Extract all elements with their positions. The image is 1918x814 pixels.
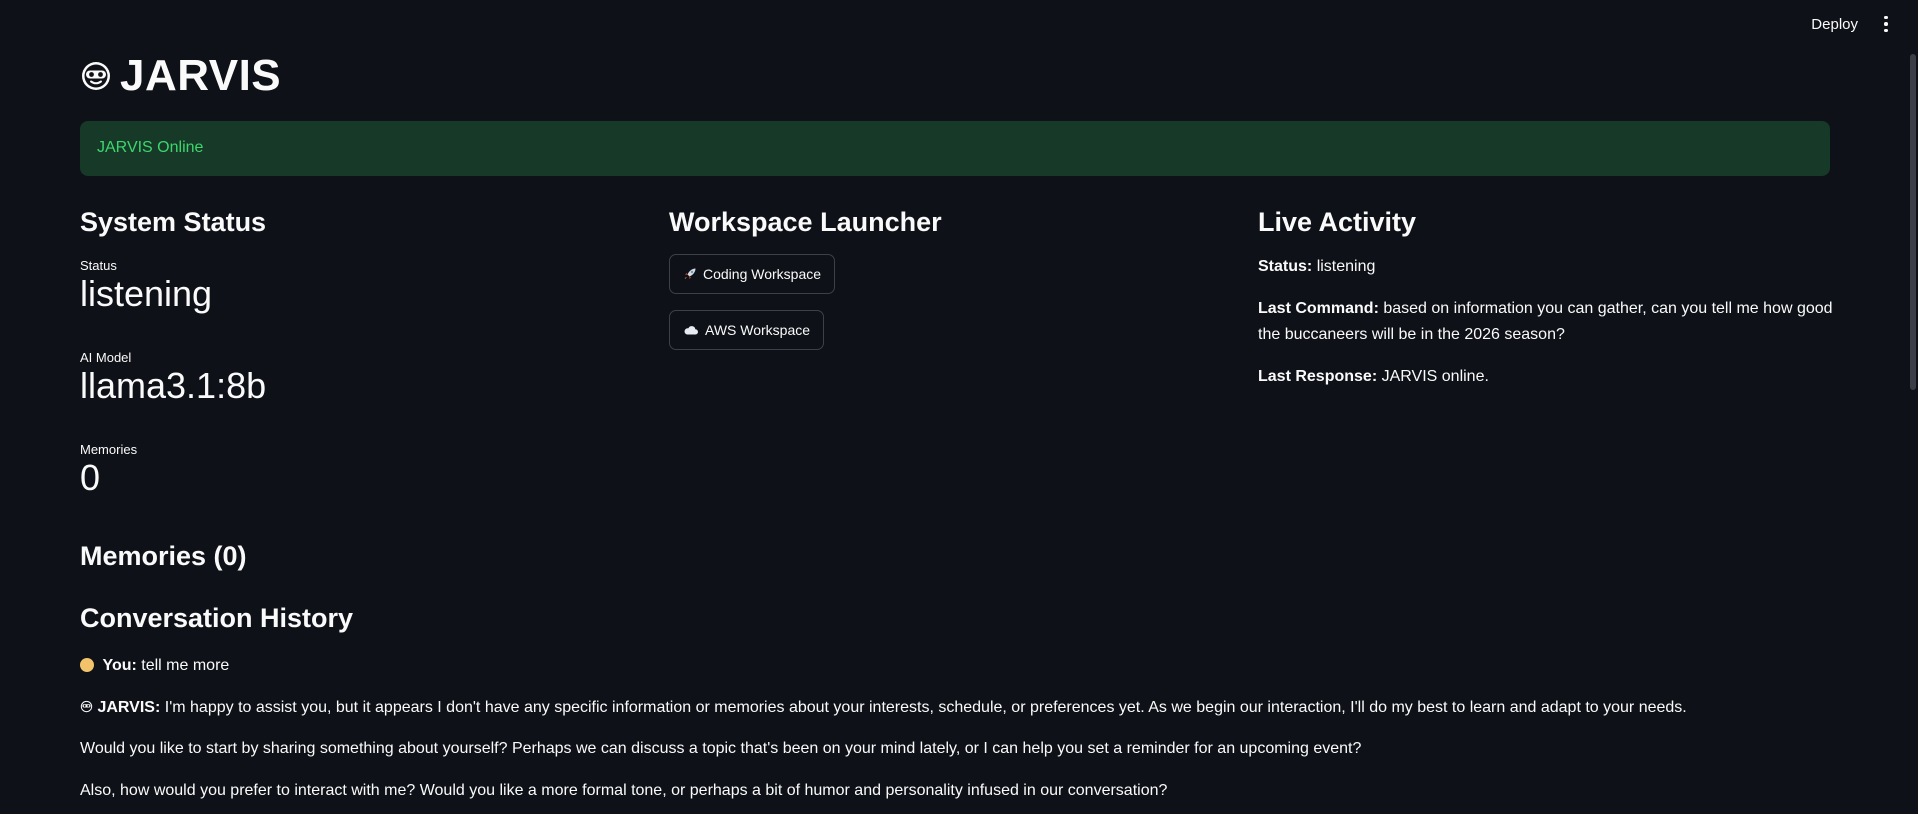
- metric-value: llama3.1:8b: [80, 365, 267, 406]
- app-header: Deploy: [0, 0, 1918, 48]
- activity-last-command-key: Last Command:: [1258, 300, 1379, 317]
- scrollbar[interactable]: [1906, 0, 1918, 814]
- activity-last-command-line: Last Command: based on information you c…: [1258, 296, 1858, 348]
- rocket-icon: [684, 268, 696, 279]
- activity-status-value: listening: [1316, 258, 1376, 275]
- user-message-text: tell me more: [141, 657, 230, 674]
- metric-value: 0: [80, 457, 101, 498]
- robot-face-icon: [82, 62, 110, 90]
- system-status-section: System Status Status listening AI Model …: [80, 206, 640, 498]
- page-title: JARVIS: [80, 54, 281, 98]
- robot-face-icon: [80, 700, 93, 713]
- activity-last-response-line: Last Response: JARVIS online.: [1258, 364, 1858, 390]
- conversation-history-heading: Conversation History: [80, 603, 354, 633]
- metric-label: Status: [80, 258, 117, 273]
- kebab-menu-icon[interactable]: [1878, 14, 1894, 34]
- coding-workspace-button[interactable]: Coding Workspace: [669, 254, 836, 294]
- workspace-launcher-heading: Workspace Launcher: [669, 207, 942, 237]
- live-activity-heading: Live Activity: [1258, 207, 1417, 237]
- metric-label: AI Model: [80, 350, 132, 365]
- jarvis-message-paragraph: Also, how would you prefer to interact w…: [80, 782, 1168, 799]
- aws-workspace-button[interactable]: AWS Workspace: [669, 310, 825, 350]
- activity-status-line: Status: listening: [1258, 254, 1858, 280]
- scrollbar-thumb[interactable]: [1910, 54, 1916, 390]
- workspace-launcher-section: Workspace Launcher Coding Workspace AWS …: [669, 206, 1229, 350]
- status-alert-text: JARVIS Online: [97, 139, 204, 156]
- metric-label: Memories: [80, 442, 138, 457]
- metric-memories: Memories 0: [80, 442, 137, 499]
- deploy-button[interactable]: Deploy: [1807, 14, 1862, 35]
- metric-value: listening: [80, 273, 213, 314]
- jarvis-message-paragraph: Would you like to start by sharing somet…: [80, 740, 1362, 757]
- metric-ai-model: AI Model llama3.1:8b: [80, 350, 266, 407]
- jarvis-label: JARVIS:: [97, 699, 161, 716]
- conversation-message-jarvis: JARVIS: I'm happy to assist you, but it …: [80, 697, 1840, 719]
- memories-heading: Memories (0): [80, 541, 247, 571]
- live-activity-section: Live Activity Status: listening Last Com…: [1258, 206, 1858, 385]
- app-title-text: JARVIS: [120, 51, 282, 100]
- aws-workspace-label: AWS Workspace: [705, 322, 811, 338]
- user-label: You:: [102, 657, 137, 674]
- system-status-heading: System Status: [80, 207, 267, 237]
- activity-last-response-value: JARVIS online.: [1381, 368, 1489, 385]
- jarvis-message-text: I'm happy to assist you, but it appears …: [164, 699, 1687, 716]
- cloud-icon: [684, 326, 699, 335]
- activity-last-response-key: Last Response:: [1258, 368, 1378, 385]
- user-avatar-icon: [80, 658, 94, 672]
- activity-status-key: Status:: [1258, 258, 1313, 275]
- coding-workspace-label: Coding Workspace: [703, 266, 822, 282]
- status-alert: JARVIS Online: [80, 121, 1830, 176]
- metric-status: Status listening: [80, 258, 212, 315]
- conversation-message-user: You: tell me more: [80, 655, 1840, 677]
